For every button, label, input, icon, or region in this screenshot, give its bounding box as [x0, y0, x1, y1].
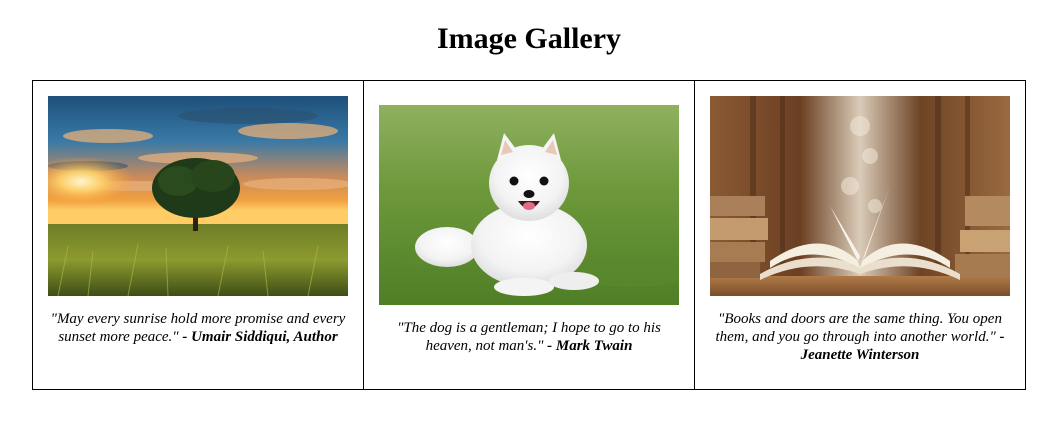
image-gallery-table: "May every sunrise hold more promise and…: [32, 80, 1026, 390]
page-title: Image Gallery: [436, 22, 622, 55]
gallery-cell-books: "Books and doors are the same thing. You…: [695, 81, 1025, 389]
gallery-cell-dog: "The dog is a gentleman; I hope to go to…: [364, 81, 695, 389]
quote-caption: "The dog is a gentleman; I hope to go to…: [379, 319, 679, 355]
quote-caption: "May every sunrise hold more promise and…: [48, 310, 348, 346]
dog-image: [379, 105, 679, 305]
books-image: [710, 96, 1010, 296]
quote-text: "Books and doors are the same thing. You…: [715, 311, 1002, 345]
quote-author: - Mark Twain: [547, 338, 633, 354]
gallery-cell-sunset: "May every sunrise hold more promise and…: [33, 81, 364, 389]
sunset-tree-image: [48, 96, 348, 296]
quote-caption: "Books and doors are the same thing. You…: [710, 310, 1010, 364]
quote-author: - Umair Siddiqui, Author: [182, 329, 338, 345]
